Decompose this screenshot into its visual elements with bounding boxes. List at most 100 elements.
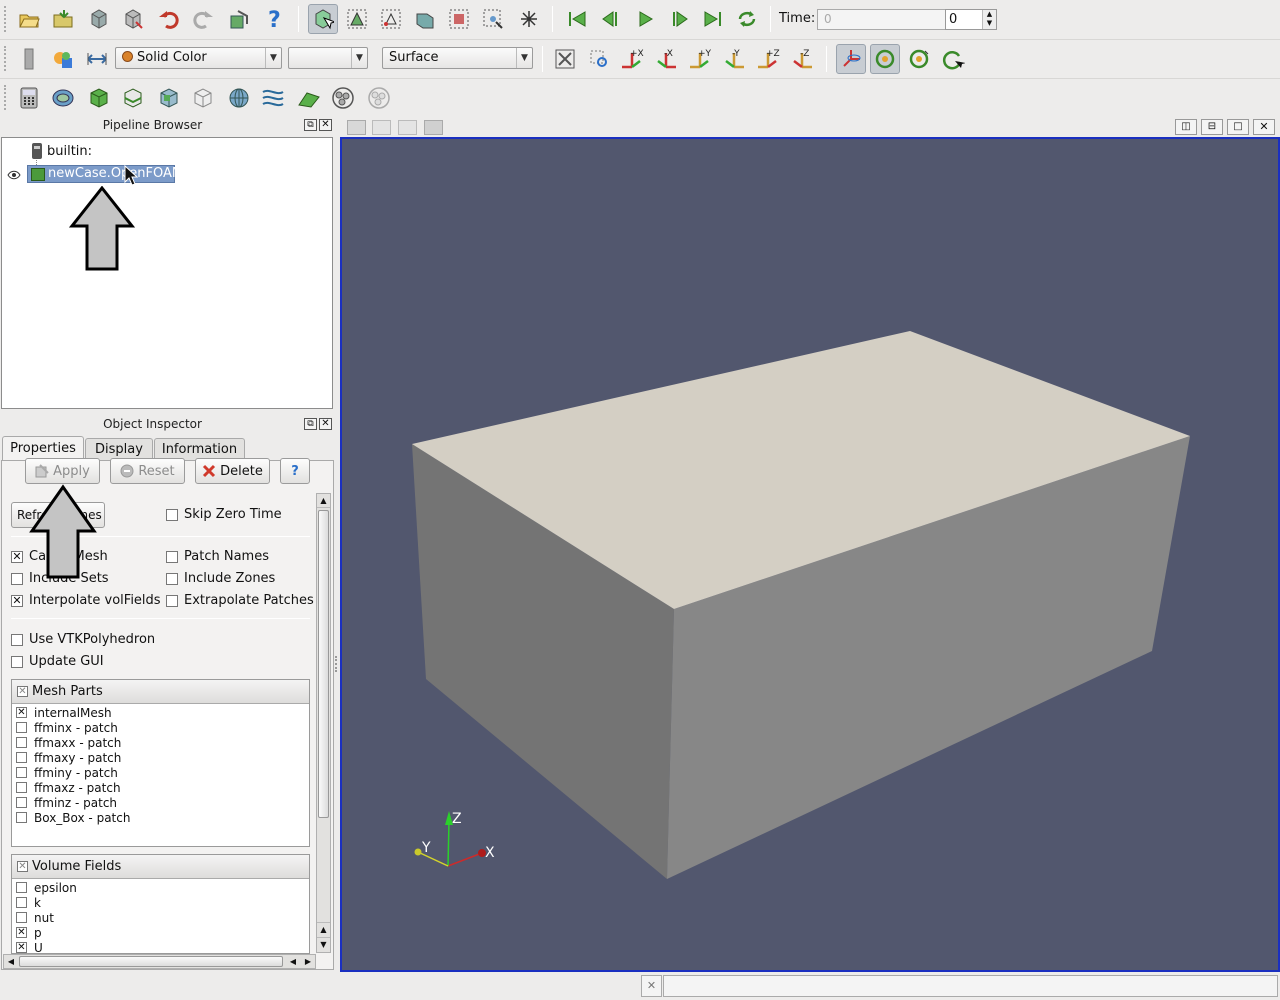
pick-center-icon[interactable] [904,44,934,74]
contour-icon[interactable] [48,83,78,113]
load-data-icon[interactable] [48,4,78,34]
screenshot-icon[interactable] [372,120,391,135]
tab-information[interactable]: Information [154,438,245,460]
checkbox-box[interactable]: ✕ [16,942,27,953]
maximize-icon[interactable]: □ [1227,119,1249,135]
checkbox-box[interactable] [16,812,27,823]
reset-center-icon[interactable] [870,44,900,74]
loop-icon[interactable] [732,4,762,34]
list-item[interactable]: ✕ p [16,925,42,940]
checkbox-box[interactable] [16,722,27,733]
slice-icon[interactable] [118,83,148,113]
tab-properties[interactable]: Properties [2,436,84,460]
view-options-icon[interactable] [398,120,417,135]
extract-level-icon[interactable] [364,83,394,113]
help-icon[interactable]: ? [260,4,290,34]
toolbar-grip[interactable] [4,6,8,32]
checkbox-box[interactable] [16,782,27,793]
scroll-thumb[interactable] [318,510,329,818]
calculator-icon[interactable] [14,83,44,113]
pipeline-item-selected[interactable]: newCase.OpenFOAM [27,165,183,183]
reset-button[interactable]: Reset [110,458,185,484]
interact-mode-icon[interactable] [308,4,338,34]
time-step-spinbox[interactable]: 0 ▲ ▼ [945,9,997,30]
redo-icon[interactable] [188,4,218,34]
lookmark-icon[interactable] [424,120,443,135]
list-item[interactable]: nut [16,910,54,925]
close-panel-icon[interactable]: ✕ [319,119,332,131]
toggle-color-legend-icon[interactable] [14,44,44,74]
volume-fields-header[interactable]: ✕ Volume Fields [12,855,309,879]
rotate-center-icon[interactable] [938,44,968,74]
spinbox-arrows-icon[interactable]: ▲ ▼ [982,10,996,29]
load-state-icon[interactable] [118,4,148,34]
mesh-parts-header[interactable]: ✕ Mesh Parts [12,680,309,704]
view-minus-z-icon[interactable]: -Z [788,44,818,74]
patch-names-checkbox[interactable]: Patch Names [166,549,269,564]
select-all-checkbox[interactable]: ✕ [17,686,28,697]
checkbox-box[interactable]: ✕ [16,707,27,718]
use-vtkpolyhedron-checkbox[interactable]: Use VTKPolyhedron [11,632,155,647]
first-frame-icon[interactable] [562,4,592,34]
save-state-icon[interactable] [84,4,114,34]
select-cells-frustum-icon[interactable] [410,4,440,34]
threshold-icon[interactable] [154,83,184,113]
scroll-down-icon[interactable]: ▼ [317,937,330,951]
previous-frame-icon[interactable] [596,4,626,34]
help-button[interactable]: ? [280,458,310,484]
extract-subset-icon[interactable] [188,83,218,113]
update-gui-checkbox[interactable]: Update GUI [11,654,104,669]
undo-icon[interactable] [154,4,184,34]
pipeline-item-builtin[interactable]: builtin: [47,144,92,159]
view-plus-y-icon[interactable]: +Y [686,44,716,74]
checkbox-box[interactable] [16,882,27,893]
list-item[interactable]: ffminx - patch [16,720,118,735]
zoom-to-box-icon[interactable] [584,44,614,74]
last-frame-icon[interactable] [698,4,728,34]
color-by-dropdown[interactable]: Solid Color ▼ [115,47,282,69]
extrapolate-patches-checkbox[interactable]: Extrapolate Patches [166,593,314,608]
component-dropdown[interactable]: ▼ [288,47,368,69]
warp-by-vector-icon[interactable] [294,83,324,113]
camera-undo-icon[interactable] [224,4,254,34]
panel-splitter[interactable] [335,656,339,672]
properties-hscrollbar[interactable]: ◀ ◀ ▶ [3,954,316,969]
representation-dropdown[interactable]: Surface ▼ [382,47,533,69]
edit-color-map-icon[interactable] [48,44,78,74]
checkbox-box[interactable]: ✕ [16,927,27,938]
pipeline-tree[interactable]: builtin: newCase.OpenFOAM [1,137,333,409]
apply-button[interactable]: Apply [25,458,100,484]
close-view-icon[interactable]: ✕ [1253,119,1275,135]
delete-button[interactable]: Delete [195,458,270,484]
tab-display[interactable]: Display [85,438,153,460]
checkbox-box[interactable] [16,797,27,808]
hscroll-thumb[interactable] [19,956,283,967]
list-item[interactable]: ffmaxz - patch [16,780,121,795]
select-points-frustum-icon[interactable] [444,4,474,34]
glyph-icon[interactable] [224,83,254,113]
toolbar-grip[interactable] [4,85,8,110]
volume-fields-list[interactable]: ✕ Volume Fields epsilon k nut ✕ p ✕ U [11,854,310,954]
split-horizontal-icon[interactable]: ◫ [1175,119,1197,135]
show-center-icon[interactable] [836,44,866,74]
select-points-surface-icon[interactable] [376,4,406,34]
camera-link-icon[interactable] [347,120,366,135]
view-minus-y-icon[interactable]: -Y [720,44,750,74]
select-all-checkbox[interactable]: ✕ [17,861,28,872]
list-item[interactable]: k [16,895,41,910]
checkbox-box[interactable] [16,912,27,923]
list-item[interactable]: ffminz - patch [16,795,117,810]
view-plus-x-icon[interactable]: +X [618,44,648,74]
scroll-left-icon[interactable]: ◀ [286,955,300,968]
close-panel-icon[interactable]: ✕ [319,418,332,430]
list-item[interactable]: ffminy - patch [16,765,118,780]
checkbox-box[interactable] [16,737,27,748]
scroll-up-icon[interactable]: ▲ [317,494,330,508]
view-minus-x-icon[interactable]: -X [652,44,682,74]
view-plus-z-icon[interactable]: +Z [754,44,784,74]
open-file-icon[interactable] [14,4,44,34]
play-icon[interactable] [630,4,660,34]
list-item[interactable]: ffmaxy - patch [16,750,121,765]
eye-visibility-icon[interactable] [7,169,21,183]
group-datasets-icon[interactable] [328,83,358,113]
